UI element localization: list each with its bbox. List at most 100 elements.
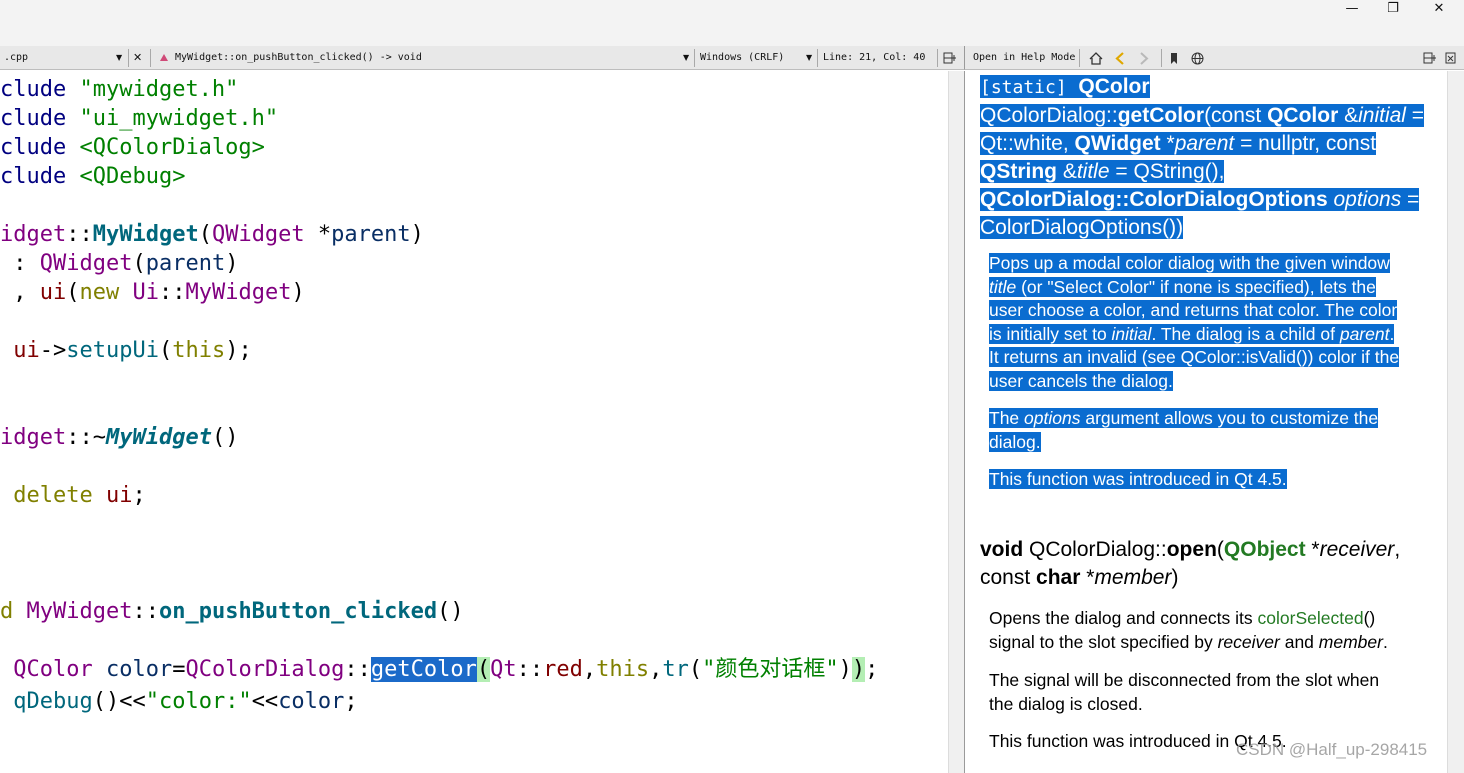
help-panel[interactable]: [static] QColor QColorDialog::getColor(c… bbox=[964, 71, 1464, 773]
close-document-icon[interactable]: ✕ bbox=[133, 46, 142, 70]
matching-paren: ) bbox=[851, 657, 866, 682]
back-icon[interactable] bbox=[1114, 46, 1130, 70]
symbol-icon bbox=[158, 46, 170, 70]
split-icon[interactable] bbox=[943, 46, 959, 70]
type-link[interactable]: QObject bbox=[1224, 538, 1306, 561]
enum-token: red bbox=[543, 657, 583, 682]
sig-text: = nullptr, const bbox=[1234, 132, 1377, 155]
sig-text: Qt::white, bbox=[980, 132, 1075, 155]
forward-icon[interactable] bbox=[1136, 46, 1152, 70]
code-line[interactable]: QColor color=QColorDialog::getColor(Qt::… bbox=[0, 656, 878, 684]
code-line[interactable]: clude <QDebug> bbox=[0, 163, 185, 191]
function-token: setupUi bbox=[66, 338, 159, 363]
punct-token: ( bbox=[688, 657, 703, 682]
code-line[interactable]: clude "mywidget.h" bbox=[0, 76, 238, 104]
sig-text: = QString(), bbox=[1109, 160, 1225, 183]
line-endings-combo[interactable]: Windows (CRLF) bbox=[700, 46, 784, 70]
signal-link[interactable]: colorSelected bbox=[1258, 608, 1364, 628]
close-window-button[interactable]: ✕ bbox=[1416, 0, 1462, 18]
code-line[interactable]: d MyWidget::on_pushButton_clicked() bbox=[0, 598, 464, 626]
punct-token: ( bbox=[198, 222, 212, 247]
code-line[interactable]: clude <QColorDialog> bbox=[0, 134, 265, 162]
sig-text: & bbox=[1057, 160, 1077, 183]
chevron-down-icon[interactable]: ▼ bbox=[683, 46, 689, 70]
sig-text: , bbox=[1394, 538, 1401, 561]
string-token: "color:" bbox=[145, 689, 252, 714]
punct-token: : bbox=[0, 251, 40, 276]
globe-icon[interactable] bbox=[1191, 46, 1207, 70]
code-line[interactable]: ui->setupUi(this); bbox=[0, 337, 251, 365]
close-icon[interactable] bbox=[1445, 46, 1459, 70]
operator-token: :: bbox=[159, 280, 186, 305]
getcolor-description: Pops up a modal color dialog with the gi… bbox=[989, 252, 1433, 393]
operator-token: * bbox=[304, 222, 332, 247]
punct-token: ) bbox=[225, 251, 239, 276]
keyword-token: this bbox=[596, 657, 650, 682]
chevron-down-icon[interactable]: ▼ bbox=[116, 46, 122, 70]
code-line[interactable]: idget::~MyWidget() bbox=[0, 424, 238, 452]
desc-line: Pops up a modal color dialog with the gi… bbox=[989, 253, 1390, 273]
code-line[interactable]: delete ui; bbox=[0, 482, 145, 510]
param-ref: member bbox=[1318, 631, 1383, 652]
punct-token: ( bbox=[158, 338, 173, 363]
preprocessor-token: clude bbox=[0, 164, 67, 189]
desc-text: . bbox=[1389, 323, 1395, 344]
sig-text: ColorDialogOptions()) bbox=[980, 216, 1184, 239]
sig-text: = bbox=[1405, 104, 1425, 127]
punct-token: , bbox=[582, 657, 597, 682]
help-toolbar: Open in Help Mode bbox=[964, 46, 1464, 70]
desc-line: dialog. bbox=[989, 431, 1041, 452]
open-documents-combo[interactable]: .cpp bbox=[4, 46, 28, 70]
code-line[interactable]: idget::MyWidget(QWidget *parent) bbox=[0, 221, 424, 249]
class-token: idget bbox=[0, 425, 67, 450]
operator-token: ()<< bbox=[92, 689, 146, 714]
type-link[interactable]: QColor bbox=[1267, 104, 1338, 127]
code-line[interactable]: clude "ui_mywidget.h" bbox=[0, 105, 278, 133]
watermark: CSDN @Half_up-298415 bbox=[1236, 740, 1428, 759]
code-editor[interactable]: clude "mywidget.h" clude "ui_mywidget.h"… bbox=[0, 71, 948, 773]
editor-scrollbar[interactable] bbox=[948, 71, 964, 773]
punct-token: () bbox=[211, 425, 239, 450]
bookmark-icon[interactable] bbox=[1169, 46, 1183, 70]
current-symbol-combo[interactable]: MyWidget::on_pushButton_clicked() -> voi… bbox=[175, 46, 422, 70]
open-in-help-mode-button[interactable]: Open in Help Mode bbox=[973, 46, 1075, 70]
class-token: QColorDialog bbox=[185, 657, 345, 682]
matching-paren: ( bbox=[476, 657, 491, 682]
maximize-button[interactable]: ❐ bbox=[1370, 0, 1416, 18]
cursor-position-label[interactable]: Line: 21, Col: 40 bbox=[823, 46, 925, 70]
chevron-down-icon[interactable]: ▼ bbox=[806, 46, 812, 70]
code-line[interactable]: : QWidget(parent) bbox=[0, 250, 238, 278]
desc-text: argument allows you to customize the bbox=[1080, 408, 1379, 428]
desc-text: is initially set to bbox=[989, 323, 1112, 344]
toolbar-divider bbox=[817, 49, 818, 67]
param-token: parent bbox=[331, 222, 411, 247]
operator-token: :: bbox=[66, 222, 93, 247]
minimize-button[interactable]: — bbox=[1329, 0, 1375, 18]
code-line[interactable]: qDebug()<<"color:"<<color; bbox=[0, 688, 358, 716]
operator-token: ::~ bbox=[66, 425, 106, 450]
param-token: parent bbox=[145, 251, 226, 276]
member-token: ui bbox=[105, 483, 133, 508]
param-name: options bbox=[1333, 188, 1402, 211]
punct-token: ; bbox=[344, 689, 358, 714]
param-ref: title bbox=[989, 276, 1017, 297]
code-line[interactable]: , ui(new Ui::MyWidget) bbox=[0, 279, 304, 307]
type-link[interactable]: QString bbox=[980, 160, 1057, 183]
desc-text: () bbox=[1363, 608, 1376, 628]
help-scrollbar[interactable] bbox=[1447, 71, 1464, 773]
type-link[interactable]: QWidget bbox=[1075, 132, 1161, 155]
home-icon[interactable] bbox=[1089, 46, 1105, 70]
function-token: on_pushButton_clicked bbox=[158, 599, 438, 624]
type-link[interactable]: QColorDialog::ColorDialogOptions bbox=[980, 188, 1328, 211]
punct-token: ) bbox=[838, 657, 852, 682]
param-ref: options bbox=[1024, 408, 1081, 428]
param-ref: parent bbox=[1339, 323, 1390, 344]
split-icon[interactable] bbox=[1423, 46, 1439, 70]
return-type[interactable]: QColor bbox=[1078, 75, 1149, 98]
param-ref: receiver bbox=[1217, 631, 1280, 652]
sig-text: * bbox=[1305, 538, 1320, 561]
operator-token: :: bbox=[132, 599, 159, 624]
param-name: receiver bbox=[1319, 538, 1395, 561]
